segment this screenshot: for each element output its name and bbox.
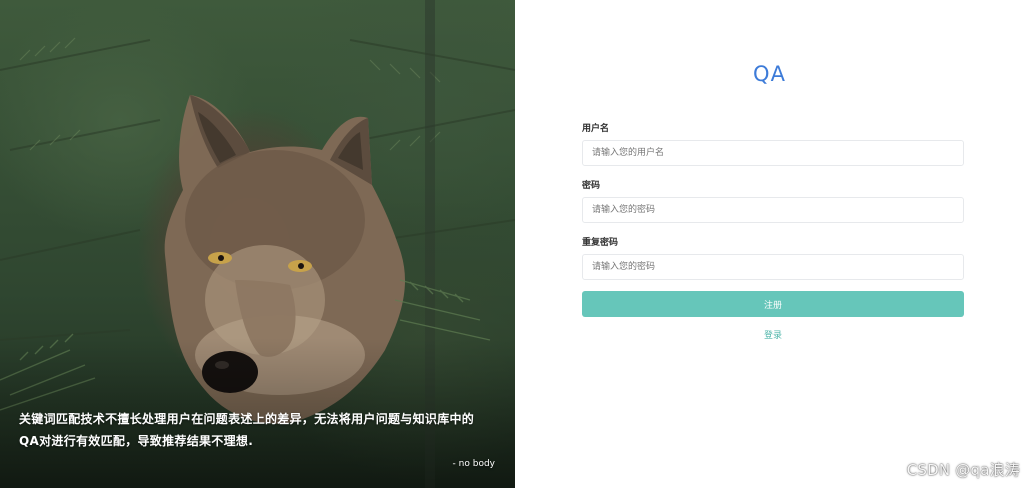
register-page: 关键词匹配技术不擅长处理用户在问题表述上的差异，无法将用户问题与知识库中的 QA…	[0, 0, 1024, 488]
hero-quote-line2: QA对进行有效匹配，导致推荐结果不理想.	[19, 434, 254, 448]
username-label: 用户名	[582, 124, 610, 134]
confirm-password-group: 重复密码	[582, 236, 964, 280]
hero-quote: 关键词匹配技术不擅长处理用户在问题表述上的差异，无法将用户问题与知识库中的 QA…	[19, 408, 499, 452]
confirm-password-input[interactable]	[582, 254, 964, 280]
csdn-watermark: CSDN @qa浪涛	[906, 461, 1020, 479]
hero-panel: 关键词匹配技术不擅长处理用户在问题表述上的差异，无法将用户问题与知识库中的 QA…	[0, 0, 515, 488]
login-link[interactable]: 登录	[582, 328, 964, 341]
hero-author: - no body	[452, 459, 495, 469]
hero-quote-line1: 关键词匹配技术不擅长处理用户在问题表述上的差异，无法将用户问题与知识库中的	[19, 412, 475, 426]
brand-logo: QA	[753, 62, 786, 86]
register-form: 用户名 密码 重复密码 注册 登录	[582, 122, 964, 341]
password-label: 密码	[582, 181, 601, 191]
register-button[interactable]: 注册	[582, 291, 964, 317]
confirm-password-label: 重复密码	[582, 238, 619, 248]
password-input[interactable]	[582, 197, 964, 223]
username-input[interactable]	[582, 140, 964, 166]
password-group: 密码	[582, 179, 964, 223]
register-panel: QA 用户名 密码 重复密码 注册 登录 CSDN @qa浪涛	[515, 0, 1024, 488]
username-group: 用户名	[582, 122, 964, 166]
